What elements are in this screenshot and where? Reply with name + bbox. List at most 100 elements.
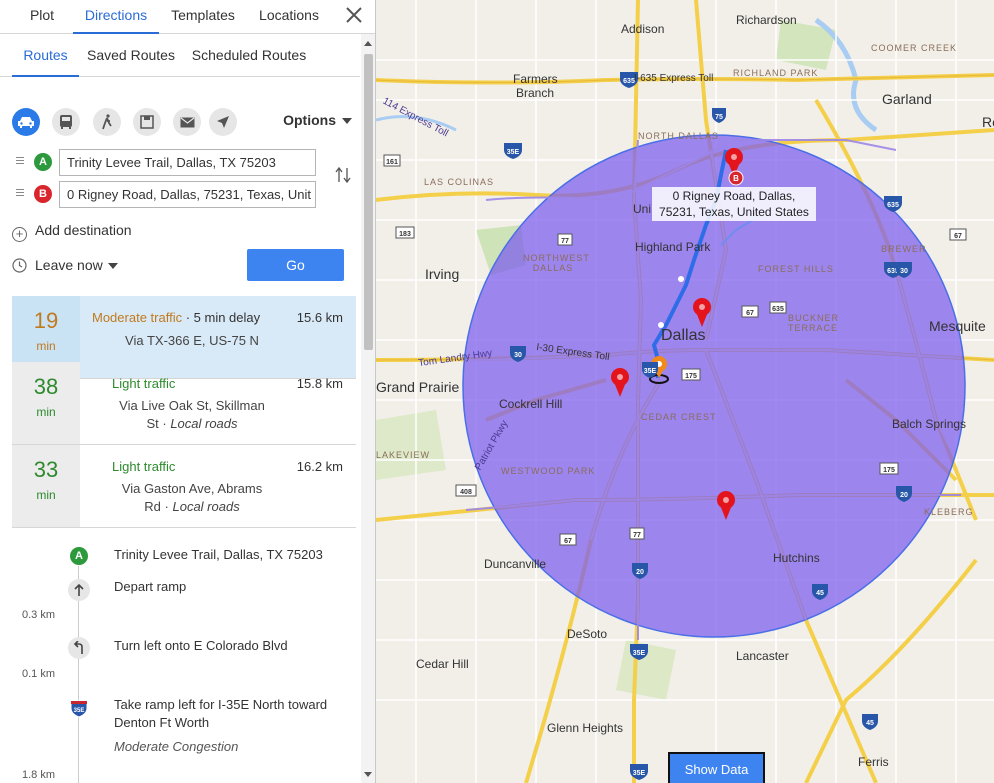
map-label: Irving (425, 266, 460, 282)
tab-locations[interactable]: Locations (251, 0, 327, 34)
map-view[interactable]: B 35E 635 75 635 635 30 30 35E 20 20 35E… (376, 0, 994, 783)
map-label: Farmers (513, 72, 558, 86)
svg-text:35E: 35E (74, 708, 85, 714)
map-label: LAS COLINAS (424, 177, 495, 187)
add-destination-label: Add destination (35, 222, 132, 238)
map-label: Ferris (858, 755, 889, 769)
leave-now-dropdown[interactable]: Leave now (12, 257, 118, 275)
svg-text:175: 175 (685, 373, 697, 380)
svg-text:183: 183 (399, 231, 411, 238)
step-text[interactable]: Turn left onto E Colorado Blvd (114, 637, 354, 655)
svg-text:30: 30 (514, 352, 522, 359)
drag-handle-icon[interactable] (16, 189, 24, 199)
map-label: Garland (882, 91, 932, 107)
route-via: Via Live Oak St, Skillman St · Local road… (97, 397, 287, 433)
highway-shield-icon: 67 (559, 533, 577, 546)
svg-text:161: 161 (386, 159, 398, 166)
close-icon[interactable] (344, 5, 364, 25)
options-dropdown[interactable]: Options (283, 112, 352, 128)
svg-text:77: 77 (561, 238, 569, 245)
navigate-icon (217, 116, 229, 128)
map-label: Richardson (736, 13, 797, 27)
map-label: Dallas (661, 327, 706, 344)
map-label: Balch Springs (892, 417, 967, 431)
svg-text:67: 67 (954, 233, 962, 240)
route-traffic: Light traffic (112, 459, 175, 474)
route-distance: 15.6 km (296, 310, 343, 325)
interstate-35e-icon: 35E (68, 697, 90, 719)
map-label: Glenn Heights (547, 721, 624, 735)
highway-shield-icon: 67 (949, 228, 967, 241)
chevron-down-icon (342, 118, 352, 125)
go-button[interactable]: Go (247, 249, 344, 281)
start-location-input[interactable]: Trinity Levee Trail, Dallas, TX 75203 (59, 149, 316, 176)
route-option[interactable]: 38 min Light traffic 15.8 km Via Live Oa… (12, 362, 356, 445)
tab-routes[interactable]: Routes (12, 34, 79, 77)
svg-text:77: 77 (633, 532, 641, 539)
route-via-line1: Via Live Oak St, Skillman (119, 398, 265, 413)
drag-handle-icon[interactable] (16, 157, 24, 167)
scroll-thumb[interactable] (364, 54, 373, 350)
step-text[interactable]: Take ramp left for I-35E North toward De… (114, 696, 354, 756)
save-route-button[interactable] (133, 108, 161, 136)
mode-drive-button[interactable] (12, 108, 40, 136)
map-canvas[interactable]: B 35E 635 75 635 635 30 30 35E 20 20 35E… (376, 0, 994, 783)
destination-b-icon[interactable]: B (728, 170, 744, 186)
route-option[interactable]: 33 min Light traffic 16.2 km Via Gaston … (12, 445, 356, 528)
map-label: WESTWOOD PARK (501, 466, 596, 476)
mode-walk-button[interactable] (93, 108, 121, 136)
tab-directions[interactable]: Directions (73, 0, 159, 34)
map-label: Re (982, 114, 994, 130)
end-location-input[interactable]: 0 Rigney Road, Dallas, 75231, Texas, Uni… (59, 181, 316, 208)
highway-shield-icon: 183 (395, 226, 415, 239)
panel-scrollbar[interactable] (361, 34, 375, 783)
step-congestion-note: Moderate Congestion (114, 739, 239, 754)
map-label: BUCKNER TERRACE (788, 313, 840, 333)
tab-plot[interactable]: Plot (14, 0, 70, 34)
svg-text:30: 30 (900, 268, 908, 275)
route-minutes-label: min (36, 339, 56, 353)
map-label: Hutchins (773, 551, 820, 565)
route-traffic: Moderate traffic · 5 min delay (92, 310, 261, 325)
step-text[interactable]: Depart ramp (114, 578, 354, 596)
step-distance: 1.8 km (22, 769, 56, 781)
tab-templates[interactable]: Templates (163, 0, 243, 34)
bus-icon (60, 115, 72, 129)
route-minutes: 33 (33, 457, 59, 482)
map-label: Grand Prairie (376, 379, 460, 395)
map-label: Uni (633, 202, 652, 216)
show-data-button[interactable]: Show Data (668, 752, 765, 783)
scroll-down-arrow-icon[interactable] (364, 772, 372, 777)
email-route-button[interactable] (173, 108, 201, 136)
travel-mode-row: Options (12, 108, 352, 138)
turn-left-icon (68, 637, 90, 659)
route-time: 38 min (12, 362, 80, 444)
route-traffic: Light traffic (112, 376, 175, 391)
route-road-type: Local roads (172, 499, 240, 514)
svg-text:20: 20 (636, 569, 644, 576)
svg-text:635: 635 (772, 306, 784, 313)
svg-text:45: 45 (816, 590, 824, 597)
map-label: FOREST HILLS (758, 264, 834, 274)
route-road-type: Local roads (170, 416, 238, 431)
sub-tab-bar: Routes Saved Routes Scheduled Routes (0, 34, 360, 77)
map-label: Mesquite (929, 318, 986, 334)
add-destination-button[interactable]: + Add destination (12, 222, 132, 242)
mail-icon (180, 117, 194, 127)
route-via-line1: Via Gaston Ave, Abrams (121, 481, 263, 496)
svg-text:175: 175 (883, 467, 895, 474)
tab-saved-routes[interactable]: Saved Routes (86, 34, 176, 77)
tab-scheduled-routes[interactable]: Scheduled Routes (190, 34, 308, 77)
mode-transit-button[interactable] (52, 108, 80, 136)
map-label: Addison (621, 22, 665, 36)
map-label: LAKEVIEW (376, 450, 431, 460)
step-text[interactable]: Trinity Levee Trail, Dallas, TX 75203 (114, 546, 354, 564)
map-label: Cedar Hill (416, 657, 469, 671)
step-instruction: Take ramp left for I-35E North toward De… (114, 697, 328, 730)
swap-icon[interactable] (334, 166, 352, 184)
scroll-up-arrow-icon[interactable] (364, 41, 372, 46)
car-icon (18, 117, 34, 128)
navigate-button[interactable] (209, 108, 237, 136)
highway-shield-icon: 408 (455, 484, 477, 497)
highway-shield-icon: 67 (741, 305, 759, 318)
